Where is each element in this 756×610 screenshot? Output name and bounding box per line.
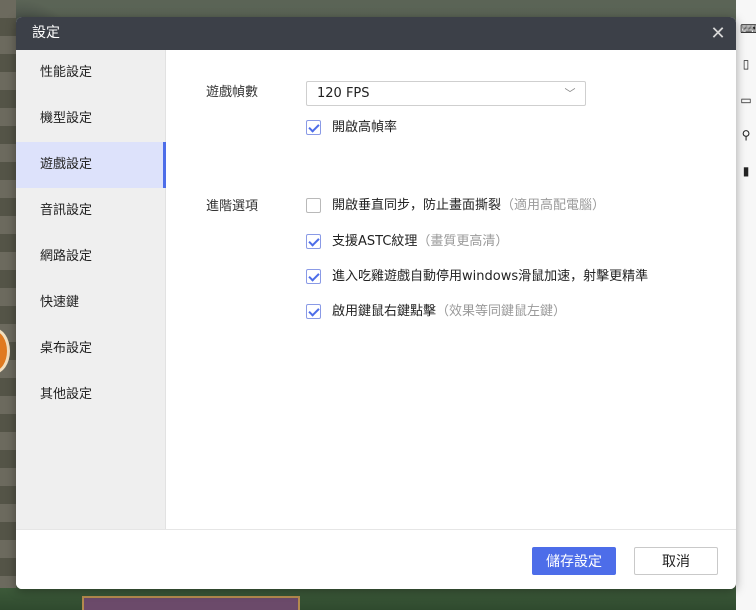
high-fps-checkbox[interactable] (306, 120, 321, 135)
right-click-label-group: 啟用鍵鼠右鍵點擊（效果等同鍵鼠左鍵） (332, 302, 566, 322)
save-button[interactable]: 儲存設定 (532, 547, 616, 575)
dialog-titlebar: 設定 ✕ (16, 17, 736, 50)
dialog-footer: 儲存設定 取消 (16, 529, 736, 589)
sidebar-item-label: 桌布設定 (40, 341, 93, 356)
keyboard-icon[interactable]: ⌨ (740, 22, 756, 36)
rotate-icon[interactable]: ▮ (740, 164, 752, 178)
cancel-button[interactable]: 取消 (634, 547, 718, 575)
sidebar-item-network[interactable]: 網路設定 (16, 234, 166, 280)
settings-dialog: 設定 ✕ 性能設定 機型設定 遊戲設定 音訊設定 網路設定 快速鍵 桌布設定 其… (16, 17, 736, 589)
sidebar-item-label: 其他設定 (40, 387, 93, 402)
vsync-note: （適用高配電腦） (501, 198, 606, 213)
astc-note: （畫質更高清） (417, 234, 509, 249)
right-click-label: 啟用鍵鼠右鍵點擊 (332, 304, 437, 319)
sidebar-item-performance[interactable]: 性能設定 (16, 50, 166, 96)
sidebar-item-device-model[interactable]: 機型設定 (16, 96, 166, 142)
shake-icon[interactable]: ▯ (740, 57, 752, 71)
dialog-title: 設定 (32, 25, 60, 41)
background-wall (0, 0, 16, 610)
settings-content: 遊戲幀數 120 FPS ﹀ 開啟高幀率 進階選項 開啟垂直同步，防止畫面撕裂（… (166, 50, 736, 529)
mouse-accel-checkbox[interactable] (306, 269, 321, 284)
advanced-options-label: 進階選項 (206, 199, 259, 214)
astc-label: 支援ASTC紋理 (332, 234, 418, 249)
sidebar-item-label: 機型設定 (40, 111, 93, 126)
mouse-accel-label: 進入吃雞遊戲自動停用windows滑鼠加速，射擊更精準 (332, 269, 649, 284)
sidebar-item-other[interactable]: 其他設定 (16, 372, 166, 418)
sidebar-item-label: 網路設定 (40, 249, 93, 264)
mouse-accel-label-group: 進入吃雞遊戲自動停用windows滑鼠加速，射擊更精準 (332, 267, 648, 287)
sidebar-item-shortcuts[interactable]: 快速鍵 (16, 280, 166, 326)
sidebar-item-label: 性能設定 (40, 65, 93, 80)
right-toolbar: ⌨ ▯ ▭ ⚲ ▮ (736, 0, 756, 610)
high-fps-label: 開啟高幀率 (332, 120, 398, 135)
location-icon[interactable]: ⚲ (740, 128, 752, 142)
vsync-checkbox[interactable] (306, 198, 321, 213)
close-icon[interactable]: ✕ (706, 22, 730, 46)
frame-rate-select[interactable]: 120 FPS ﹀ (306, 81, 586, 106)
right-click-checkbox[interactable] (306, 304, 321, 319)
sidebar-item-audio[interactable]: 音訊設定 (16, 188, 166, 234)
screen-icon[interactable]: ▭ (740, 93, 752, 107)
sidebar-item-label: 遊戲設定 (40, 157, 93, 172)
sidebar-item-label: 音訊設定 (40, 203, 93, 218)
frame-rate-value: 120 FPS (317, 86, 370, 101)
sidebar-item-wallpaper[interactable]: 桌布設定 (16, 326, 166, 372)
astc-label-group: 支援ASTC紋理（畫質更高清） (332, 232, 508, 252)
vsync-label: 開啟垂直同步，防止畫面撕裂 (332, 198, 502, 213)
chevron-down-icon: ﹀ (564, 87, 576, 100)
background-sign (82, 596, 300, 610)
sidebar-item-label: 快速鍵 (40, 295, 80, 310)
right-click-note: （效果等同鍵鼠左鍵） (436, 304, 567, 319)
vsync-label-group: 開啟垂直同步，防止畫面撕裂（適用高配電腦） (332, 196, 605, 216)
settings-sidebar: 性能設定 機型設定 遊戲設定 音訊設定 網路設定 快速鍵 桌布設定 其他設定 (16, 50, 166, 529)
astc-checkbox[interactable] (306, 234, 321, 249)
sidebar-item-game[interactable]: 遊戲設定 (16, 142, 166, 188)
frame-rate-label: 遊戲幀數 (206, 85, 259, 100)
